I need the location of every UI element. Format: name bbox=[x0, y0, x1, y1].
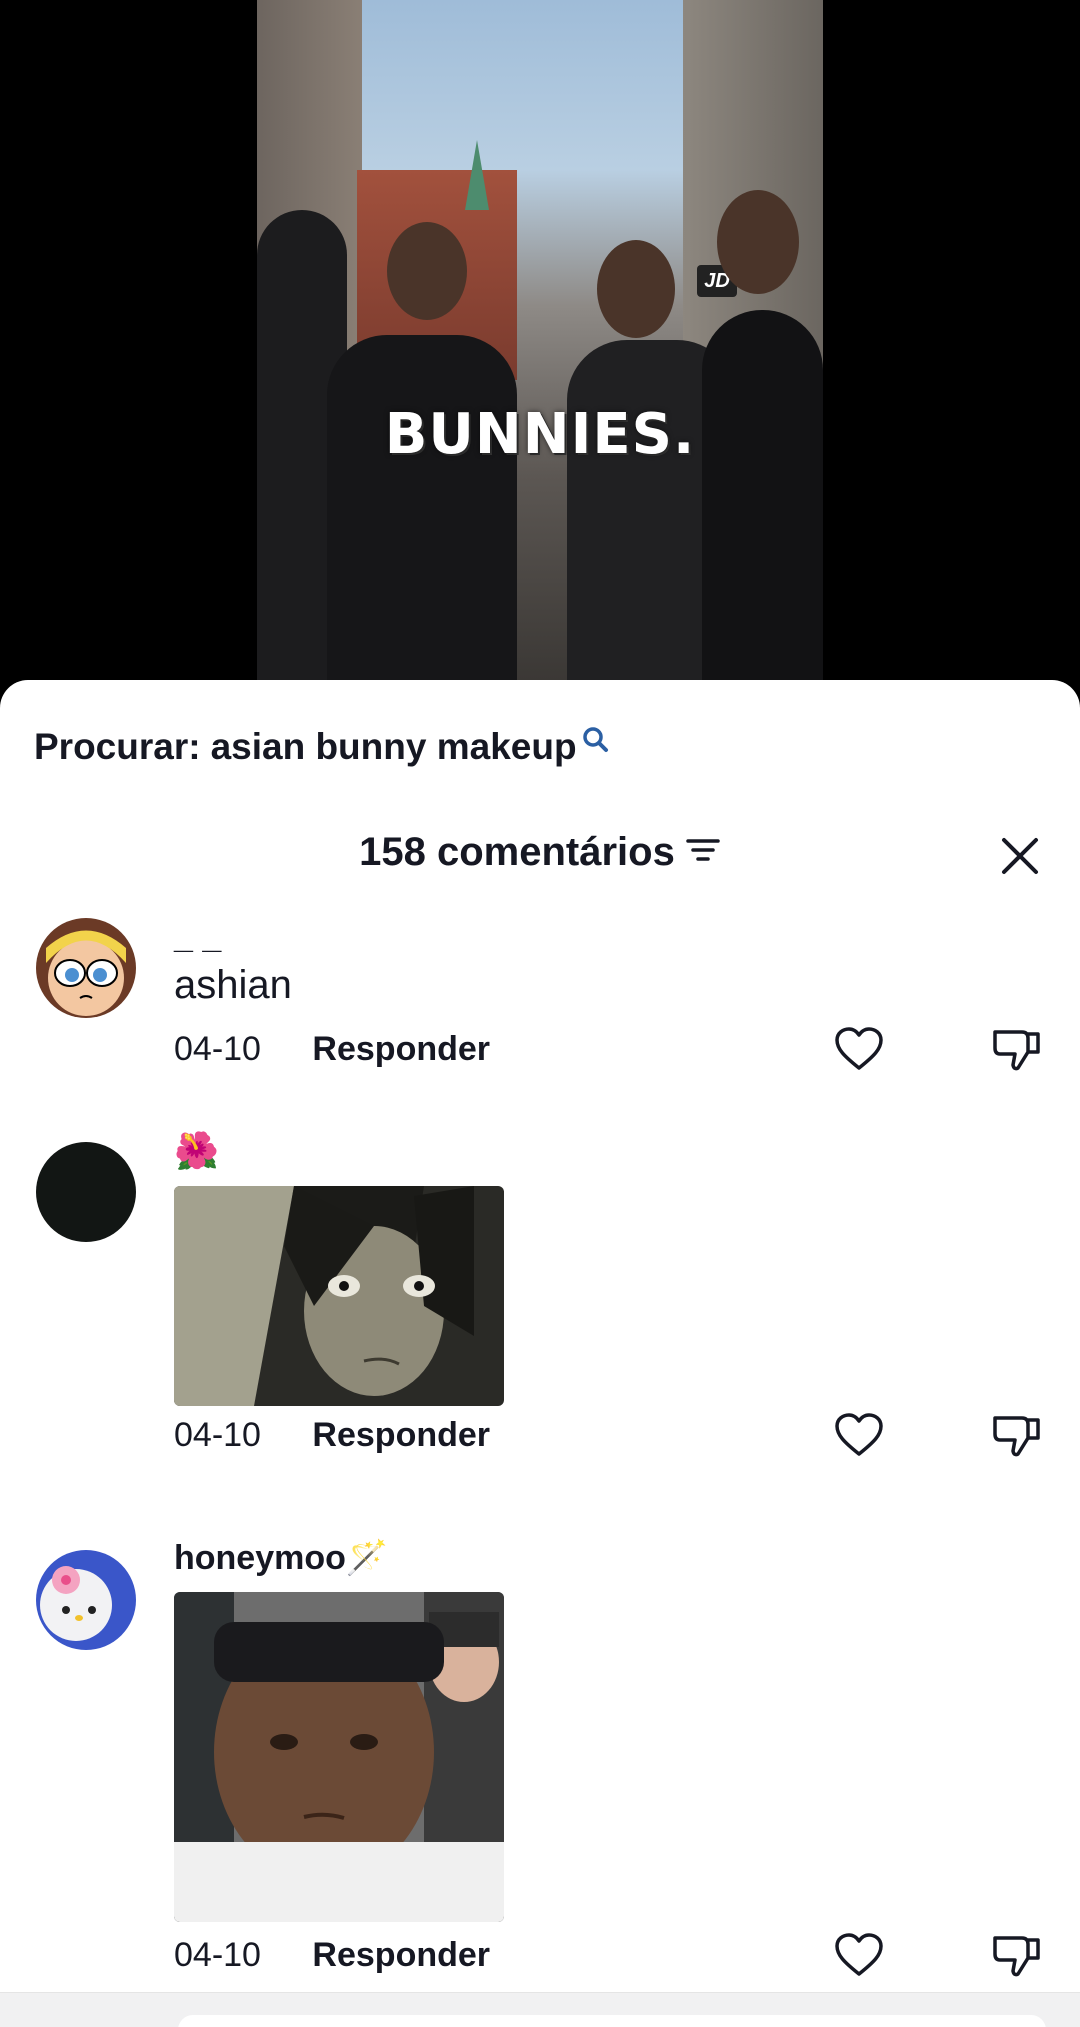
video-person bbox=[702, 310, 823, 680]
comment-meta: 04-10 Responder bbox=[174, 1030, 490, 1069]
heart-icon[interactable] bbox=[834, 1412, 884, 1458]
comment-date: 04-10 bbox=[174, 1030, 261, 1068]
close-icon[interactable] bbox=[998, 834, 1042, 878]
sort-filter-icon[interactable] bbox=[685, 830, 721, 875]
comment-count: 158 comentários bbox=[359, 830, 675, 874]
reply-button[interactable]: Responder bbox=[312, 1416, 490, 1454]
search-query: asian bunny makeup bbox=[210, 726, 577, 767]
search-label: Procurar: bbox=[34, 726, 201, 767]
comment-meta: 04-10 Responder bbox=[174, 1936, 490, 1975]
avatar[interactable] bbox=[36, 1142, 136, 1242]
dislike-icon[interactable] bbox=[992, 1412, 1042, 1458]
comments-sheet: Procurar: asian bunny makeup 158 comentá… bbox=[0, 680, 1080, 2027]
avatar[interactable] bbox=[36, 1550, 136, 1650]
video-spire bbox=[465, 140, 489, 210]
dislike-icon[interactable] bbox=[992, 1932, 1042, 1978]
comment-date: 04-10 bbox=[174, 1936, 261, 1974]
video-frame[interactable]: JD BUNNIES. bbox=[257, 0, 823, 680]
video-person-head bbox=[387, 222, 467, 320]
comment-date: 04-10 bbox=[174, 1416, 261, 1454]
comment-input[interactable] bbox=[178, 2015, 1046, 2027]
heart-icon[interactable] bbox=[834, 1026, 884, 1072]
reply-button[interactable]: Responder bbox=[312, 1030, 490, 1068]
search-icon bbox=[581, 722, 611, 764]
dislike-icon[interactable] bbox=[992, 1026, 1042, 1072]
heart-icon[interactable] bbox=[834, 1932, 884, 1978]
comment-username[interactable]: honeymoo🪄 bbox=[174, 1538, 504, 1578]
comment-username[interactable]: _ _ bbox=[174, 918, 292, 957]
comment-media-image[interactable] bbox=[174, 1592, 504, 1922]
comment-meta: 04-10 Responder bbox=[174, 1416, 490, 1455]
comment-media-image[interactable] bbox=[174, 1186, 504, 1406]
comment-count-header: 158 comentários bbox=[0, 830, 1080, 875]
comment-username[interactable]: 🌺 bbox=[174, 1130, 504, 1172]
comment-text: ashian bbox=[174, 963, 292, 1007]
search-suggestion[interactable]: Procurar: asian bunny makeup bbox=[34, 726, 611, 768]
reply-button[interactable]: Responder bbox=[312, 1936, 490, 1974]
video-caption: BUNNIES. bbox=[384, 402, 696, 467]
video-player[interactable]: JD BUNNIES. bbox=[0, 0, 1080, 680]
video-person bbox=[327, 335, 517, 680]
comment-input-bar bbox=[0, 1992, 1080, 2027]
avatar[interactable] bbox=[36, 918, 136, 1018]
video-person-head bbox=[597, 240, 675, 338]
video-person-head bbox=[717, 190, 799, 294]
